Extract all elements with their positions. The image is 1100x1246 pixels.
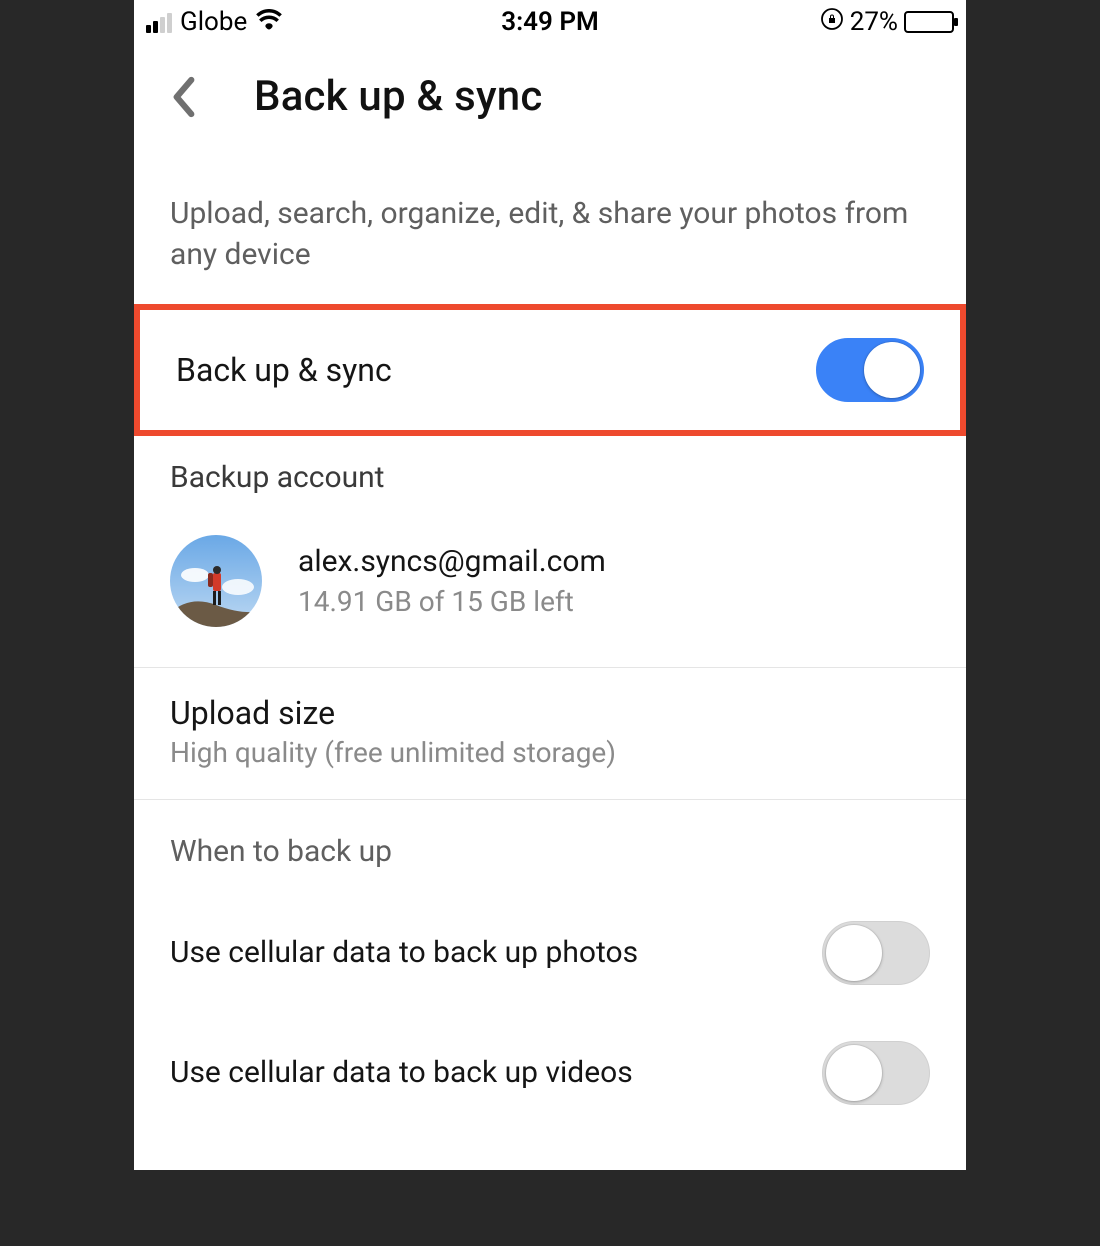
when-to-backup-label: When to back up — [134, 800, 966, 877]
page-description: Upload, search, organize, edit, & share … — [134, 133, 966, 304]
cellular-videos-label: Use cellular data to back up videos — [170, 1055, 633, 1090]
account-storage: 14.91 GB of 15 GB left — [298, 585, 606, 618]
backup-account-row[interactable]: alex.syncs@gmail.com 14.91 GB of 15 GB l… — [134, 503, 966, 667]
status-time: 3:49 PM — [415, 7, 684, 37]
page-title: Back up & sync — [254, 72, 542, 121]
rotation-lock-icon — [820, 7, 844, 38]
wifi-icon — [255, 7, 283, 37]
upload-size-row[interactable]: Upload size High quality (free unlimited… — [134, 668, 966, 799]
status-bar: Globe 3:49 PM 27% — [134, 0, 966, 44]
device-frame: Globe 3:49 PM 27% Back up & sync Upload,… — [134, 0, 966, 1170]
signal-icon — [146, 11, 172, 33]
back-button[interactable] — [162, 75, 206, 119]
chevron-left-icon — [169, 75, 199, 119]
upload-size-value: High quality (free unlimited storage) — [170, 736, 930, 769]
carrier-label: Globe — [180, 7, 247, 37]
backup-sync-label: Back up & sync — [176, 351, 392, 389]
cellular-photos-label: Use cellular data to back up photos — [170, 935, 638, 970]
avatar — [170, 535, 262, 627]
page-header: Back up & sync — [134, 44, 966, 133]
backup-sync-toggle[interactable] — [816, 338, 924, 402]
cellular-videos-row[interactable]: Use cellular data to back up videos — [134, 1011, 966, 1131]
status-right: 27% — [685, 7, 954, 38]
battery-icon — [904, 11, 954, 33]
status-left: Globe — [146, 7, 415, 37]
backup-account-section-label: Backup account — [134, 436, 966, 503]
cellular-photos-toggle[interactable] — [822, 921, 930, 985]
account-texts: alex.syncs@gmail.com 14.91 GB of 15 GB l… — [298, 544, 606, 618]
battery-pct: 27% — [850, 7, 898, 37]
backup-sync-row[interactable]: Back up & sync — [140, 310, 960, 430]
cellular-photos-row[interactable]: Use cellular data to back up photos — [134, 877, 966, 1011]
backup-sync-highlight: Back up & sync — [134, 304, 966, 436]
upload-size-label: Upload size — [170, 694, 930, 732]
cellular-videos-toggle[interactable] — [822, 1041, 930, 1105]
account-email: alex.syncs@gmail.com — [298, 544, 606, 579]
